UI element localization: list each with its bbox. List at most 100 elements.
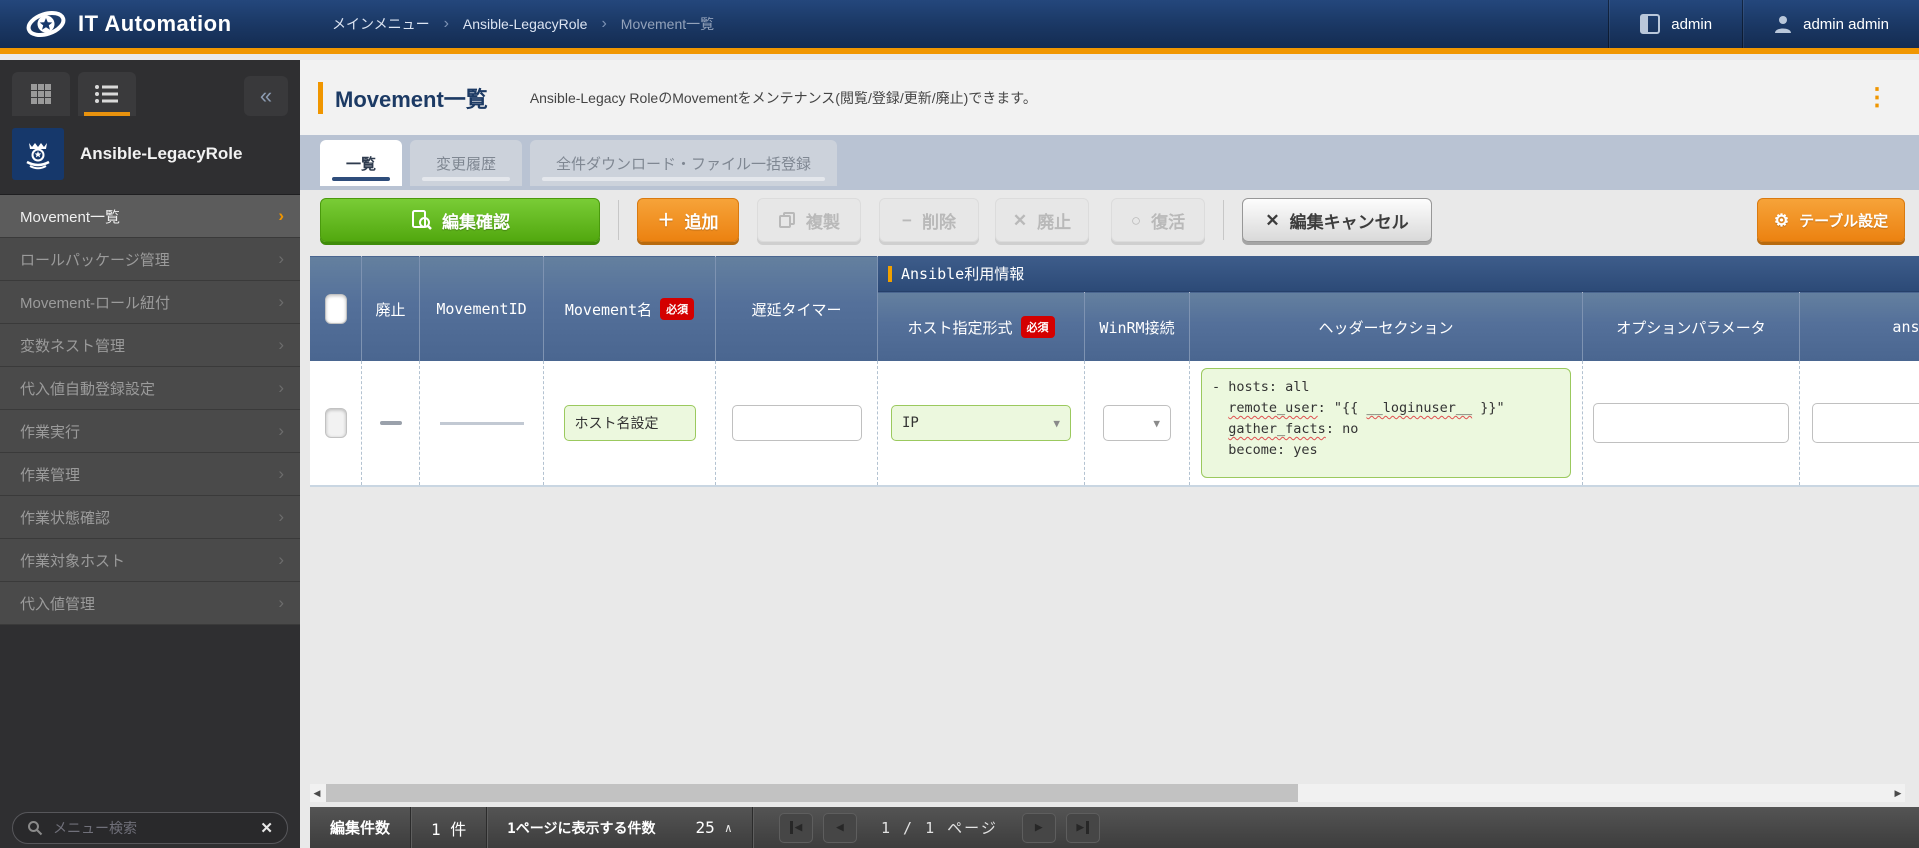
sidebar-menu: Movement一覧 › ロールパッケージ管理 › Movement-ロール紐付… (0, 194, 300, 625)
top-bar: IT Automation メインメニュー › Ansible-LegacyRo… (0, 0, 1919, 54)
edit-confirm-button[interactable]: 編集確認 (320, 198, 600, 242)
option-params-input[interactable] (1593, 403, 1789, 443)
ansible-legacyrole-icon (12, 128, 64, 180)
prev-page-button[interactable]: ◀ (823, 813, 857, 843)
scrollbar-track[interactable] (324, 784, 1891, 802)
discard-button[interactable]: ✕ 廃止 (995, 198, 1089, 242)
title-accent-bar (318, 82, 323, 114)
scroll-left-icon[interactable]: ◀ (310, 788, 324, 799)
delay-timer-input[interactable] (732, 405, 862, 441)
menu-item-label: 変数ネスト管理 (20, 335, 125, 356)
tab-bulk-download-upload[interactable]: 全件ダウンロード・ファイル一括登録 (530, 140, 837, 186)
sidebar-item-work-status[interactable]: 作業状態確認 › (0, 496, 300, 539)
edit-count-label: 編集件数 (310, 807, 410, 848)
sidebar-item-target-host[interactable]: 作業対象ホスト › (0, 539, 300, 582)
header-section-textarea[interactable]: - hosts: all remote_user: "{{ __loginuse… (1201, 368, 1571, 478)
menu-item-label: 作業管理 (20, 464, 80, 485)
main-area: Movement一覧 Ansible-Legacy RoleのMovementを… (300, 60, 1919, 848)
header-delay-timer: 遅延タイマー (716, 256, 878, 361)
chevron-right-icon: › (278, 593, 284, 613)
tab-label: 全件ダウンロード・ファイル一括登録 (556, 153, 811, 174)
header-select-all-cell (310, 256, 362, 361)
discard-label: 廃止 (1037, 208, 1071, 233)
table-settings-button[interactable]: ⚙ テーブル設定 (1757, 198, 1905, 242)
restore-label: 復活 (1151, 208, 1185, 233)
tab-change-history[interactable]: 変更履歴 (410, 140, 522, 186)
table-row: ホスト名設定 IP ▼ ▼ (310, 361, 1919, 487)
sidebar-collapse-button[interactable]: « (244, 76, 288, 116)
host-format-value: IP (902, 415, 919, 431)
search-icon (27, 820, 43, 836)
winrm-select[interactable]: ▼ (1103, 405, 1171, 441)
minus-icon: − (902, 212, 912, 229)
toolbar-divider (618, 200, 619, 240)
breadcrumb-ansible-legacyrole[interactable]: Ansible-LegacyRole (463, 16, 588, 32)
sidebar-tab-list[interactable] (78, 72, 136, 116)
page-description: Ansible-Legacy RoleのMovementをメンテナンス(閲覧/登… (530, 88, 1037, 108)
per-page-dropdown[interactable]: 25 ∧ (675, 807, 752, 848)
edit-confirm-icon (410, 209, 432, 231)
sidebar-item-substitution-value[interactable]: 代入値管理 › (0, 582, 300, 625)
app-title: IT Automation (78, 11, 232, 37)
kebab-menu-icon[interactable]: ⋮ (1865, 86, 1889, 110)
sidebar-tab-grid[interactable] (12, 72, 70, 116)
header-winrm: WinRM接続 (1085, 292, 1190, 361)
sidebar-item-substitution-auto-reg[interactable]: 代入値自動登録設定 › (0, 367, 300, 410)
header-label: ホスト指定形式 (907, 317, 1012, 338)
delete-button[interactable]: − 削除 (879, 198, 979, 242)
toolbar: 編集確認 ＋ 追加 複製 − (320, 198, 1905, 245)
pending-id-line (440, 422, 524, 425)
breadcrumb-main-menu[interactable]: メインメニュー (332, 14, 430, 34)
per-page-value: 25 (695, 818, 714, 837)
menu-list-button[interactable]: admin (1608, 0, 1742, 48)
sidebar-item-variable-nest[interactable]: 変数ネスト管理 › (0, 324, 300, 367)
add-label: 追加 (685, 208, 719, 233)
gear-icon: ⚙ (1774, 212, 1789, 229)
sidebar-panel-title: Ansible-LegacyRole (80, 144, 243, 164)
search-clear-icon[interactable]: ✕ (260, 819, 273, 837)
yaml-line: become: yes (1212, 440, 1560, 461)
edit-cancel-button[interactable]: ✕ 編集キャンセル (1242, 198, 1432, 242)
app-logo-icon (26, 7, 66, 41)
row-host-format-cell: IP ▼ (878, 361, 1085, 485)
menu-item-label: ロールパッケージ管理 (20, 249, 170, 270)
first-page-button[interactable]: ◀ (779, 813, 813, 843)
row-ansible-cfg-cell (1800, 361, 1919, 485)
edit-confirm-label: 編集確認 (442, 208, 510, 233)
next-page-button[interactable]: ▶ (1022, 813, 1056, 843)
yaml-line: remote_user: "{{ __loginuser__ }}" (1212, 398, 1560, 419)
header-movement-id: MovementID (420, 256, 544, 361)
chevron-right-icon: › (278, 249, 284, 269)
sidebar-item-movement-role-link[interactable]: Movement-ロール紐付 › (0, 281, 300, 324)
row-select-cell (310, 361, 362, 485)
scrollbar-thumb[interactable] (326, 784, 1298, 802)
movement-name-input[interactable]: ホスト名設定 (564, 405, 696, 441)
last-page-button[interactable]: ▶ (1066, 813, 1100, 843)
sidebar-item-role-package[interactable]: ロールパッケージ管理 › (0, 238, 300, 281)
header-host-format: ホスト指定形式 必須 (878, 292, 1085, 361)
header-label: Movement名 (565, 299, 652, 320)
tab-list[interactable]: 一覧 (320, 140, 402, 186)
select-all-checkbox[interactable] (325, 294, 347, 324)
row-checkbox[interactable] (325, 408, 347, 438)
next-icon: ▶ (1076, 820, 1084, 835)
scroll-right-icon[interactable]: ▶ (1891, 788, 1905, 799)
brand: IT Automation (0, 7, 300, 41)
group-accent-bar (888, 266, 892, 282)
page-title-bar: Movement一覧 Ansible-Legacy RoleのMovementを… (300, 60, 1919, 135)
add-button[interactable]: ＋ 追加 (637, 198, 739, 242)
app-screen: IT Automation メインメニュー › Ansible-LegacyRo… (0, 0, 1919, 848)
sidebar-item-movement-list[interactable]: Movement一覧 › (0, 195, 300, 238)
host-format-select[interactable]: IP ▼ (891, 405, 1071, 441)
user-button[interactable]: admin admin (1742, 0, 1919, 48)
yaml-line: gather_facts: no (1212, 419, 1560, 440)
cross-icon: ✕ (1013, 212, 1027, 229)
grid-icon (29, 82, 53, 106)
menu-search-input[interactable] (53, 820, 250, 836)
sidebar-item-work-manage[interactable]: 作業管理 › (0, 453, 300, 496)
duplicate-button[interactable]: 複製 (757, 198, 861, 242)
restore-button[interactable]: ○ 復活 (1111, 198, 1205, 242)
ansible-cfg-input[interactable] (1812, 403, 1919, 443)
sidebar-item-work-execute[interactable]: 作業実行 › (0, 410, 300, 453)
next-icon: ▶ (1035, 820, 1043, 835)
